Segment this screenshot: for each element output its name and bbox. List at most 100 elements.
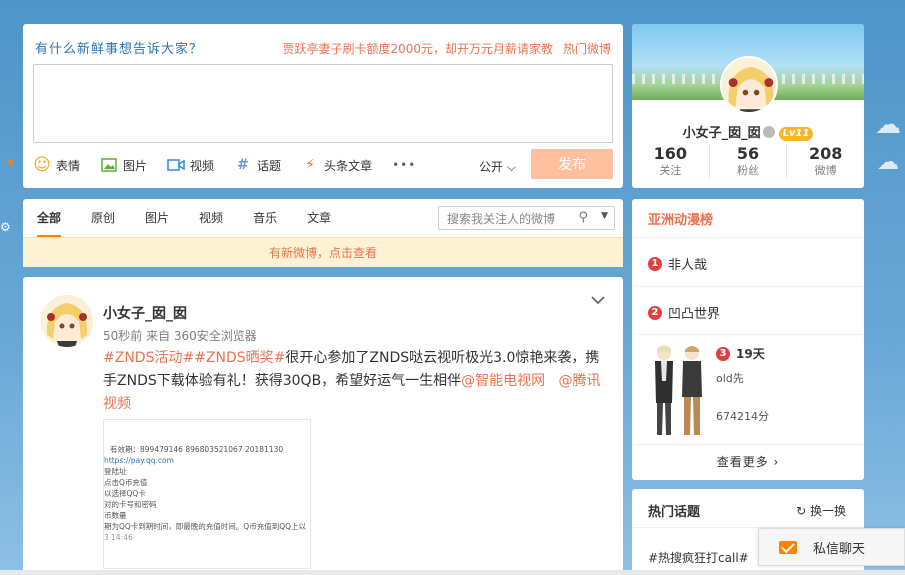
topic-item[interactable]: #热搜疯狂打call# <box>648 549 749 566</box>
hot-weibo-link[interactable]: 热门微博 <box>563 42 611 56</box>
image-text-line: 期为QQ卡到期时间，即最晚的充值时间。Q币充值到QQ上以 <box>104 522 307 531</box>
topic-button[interactable]: # 话题 <box>234 156 281 174</box>
profile-avatar[interactable] <box>720 56 778 114</box>
cloud-icon: ☁ <box>877 150 899 175</box>
search-icon[interactable]: ⚲ <box>578 210 588 225</box>
image-text-line: 登陆址 <box>104 467 127 476</box>
image-text-line: 有效期：899479146 896803521067 20181130 <box>110 445 284 454</box>
image-icon <box>100 156 118 174</box>
tab-all[interactable]: 全部 <box>37 199 62 237</box>
notification-dot <box>8 160 13 165</box>
dropdown-triangle-icon[interactable]: ▼ <box>601 211 608 221</box>
right-edge: ☁ ☁ <box>867 0 905 575</box>
ranking-score: 674214分 <box>716 410 769 423</box>
refresh-label: 换一换 <box>809 504 846 518</box>
emoji-icon: ☺ <box>33 155 51 175</box>
stat-number: 208 <box>808 144 843 163</box>
profile-name: 小女子_囡_囡 Lv11 <box>632 122 864 141</box>
follow-search-input[interactable]: 搜索我关注人的微博 ⚲ ▼ <box>438 206 615 230</box>
tab-pictures[interactable]: 图片 <box>145 199 169 237</box>
article-button[interactable]: ⚡ 头条文章 <box>301 156 372 174</box>
ranking-item-third[interactable]: 3 19天 old先 674214分 <box>716 345 769 424</box>
topic-link[interactable]: #ZNDS晒奖# <box>194 350 285 366</box>
image-text-line: 点击Q币充值 <box>104 478 148 487</box>
envelope-icon <box>779 540 797 554</box>
ranking-item-name: 凹凸世界 <box>668 307 721 322</box>
refresh-icon: ↻ <box>796 504 807 518</box>
anime-cover-image[interactable] <box>642 341 712 441</box>
image-text-line: https://pay.qq.com <box>104 456 174 465</box>
post-text: #ZNDS活动##ZNDS晒奖#很开心参加了ZNDS哒云视听极光3.0惊艳来袭，… <box>103 347 603 416</box>
hashtag-icon: # <box>237 157 249 173</box>
cloud-icon: ☁ <box>875 110 901 140</box>
divider <box>632 334 864 335</box>
search-placeholder: 搜索我关注人的微博 <box>447 211 556 226</box>
send-button[interactable]: 发布 <box>531 149 613 179</box>
settings-gear-icon[interactable]: ⚙ <box>0 220 11 234</box>
stat-following[interactable]: 160 关注 <box>632 144 710 178</box>
image-text-line: 3 14:46 <box>104 533 133 542</box>
stat-label: 粉丝 <box>737 164 759 177</box>
profile-name-text[interactable]: 小女子_囡_囡 <box>683 126 761 141</box>
image-text-line: 对的卡号和密码 <box>104 500 157 509</box>
video-label: 视频 <box>190 158 215 173</box>
visibility-label: 公开 <box>479 160 504 174</box>
video-icon <box>167 156 185 174</box>
mention-link[interactable]: @智能电视网 <box>461 373 545 389</box>
post-input[interactable] <box>33 64 613 143</box>
level-badge[interactable]: Lv11 <box>778 127 814 141</box>
lightning-icon: ⚡ <box>305 157 315 173</box>
post-meta: 50秒前 来自 360安全浏览器 <box>103 329 257 343</box>
rank-badge: 1 <box>648 256 662 271</box>
topic-label: 话题 <box>257 158 282 173</box>
topic-link[interactable]: #ZNDS活动# <box>103 350 194 366</box>
refresh-button[interactable]: ↻ 换一换 <box>796 502 846 519</box>
private-chat-button[interactable]: 私信聊天 <box>758 528 905 566</box>
ranking-item[interactable]: 1 非人哉 <box>648 254 707 273</box>
profile-stats: 160 关注 56 粉丝 208 微博 <box>632 144 864 178</box>
stat-followers[interactable]: 56 粉丝 <box>710 144 788 178</box>
new-posts-notice[interactable]: 有新微博，点击查看 <box>23 237 623 267</box>
post-author[interactable]: 小女子_囡_囡 <box>103 303 187 323</box>
video-button[interactable]: 视频 <box>167 156 214 174</box>
member-icon[interactable] <box>762 126 775 138</box>
ranking-item[interactable]: 2 凹凸世界 <box>648 303 720 322</box>
tab-music[interactable]: 音乐 <box>253 199 277 237</box>
post-image[interactable]: 有效期：899479146 896803521067 20181130 http… <box>103 419 311 569</box>
tab-articles[interactable]: 文章 <box>307 199 331 237</box>
profile-card: 小女子_囡_囡 Lv11 160 关注 56 粉丝 208 微博 <box>632 24 864 188</box>
anime-ranking-card: 亚洲动漫榜 1 非人哉 2 凹凸世界 3 19天 old先 674214分 查看更多 … <box>632 199 864 480</box>
publish-toolbar: ☺ 表情 图片 视频 # 话题 ⚡ 头条文章 ••• <box>33 154 436 176</box>
publish-box: 有什么新鲜事想告诉大家？ 贾跃亭妻子刷卡额度2000元，却开万元月薪请家教 热门微… <box>23 24 623 188</box>
ranking-title[interactable]: 亚洲动漫榜 <box>648 209 713 228</box>
hot-recommendation-text[interactable]: 贾跃亭妻子刷卡额度2000元，却开万元月薪请家教 <box>282 42 553 56</box>
ranking-item-name: 非人哉 <box>668 258 708 273</box>
rank-badge: 3 <box>716 346 730 361</box>
feed-post: 小女子_囡_囡 50秒前 来自 360安全浏览器 #ZNDS活动##ZNDS晒奖… <box>23 277 623 575</box>
stat-label: 微博 <box>814 164 837 177</box>
image-text-line: 以选择QQ卡 <box>104 489 146 498</box>
article-label: 头条文章 <box>324 158 373 173</box>
avatar[interactable] <box>41 295 93 347</box>
image-button[interactable]: 图片 <box>100 156 147 174</box>
visibility-select[interactable]: 公开 ⌵ <box>479 158 516 175</box>
publish-prompt: 有什么新鲜事想告诉大家？ <box>35 42 204 57</box>
chat-label: 私信聊天 <box>813 541 866 557</box>
stat-label: 关注 <box>659 164 682 177</box>
stat-posts[interactable]: 208 微博 <box>787 144 864 178</box>
chevron-down-icon[interactable] <box>591 293 605 309</box>
more-tools-button[interactable]: ••• <box>392 158 416 172</box>
divider <box>632 237 864 238</box>
chevron-down-icon: ⌵ <box>506 160 516 174</box>
tab-original[interactable]: 原创 <box>91 199 115 237</box>
rank-badge: 2 <box>648 305 662 320</box>
see-more-link[interactable]: 查看更多 › <box>632 453 864 470</box>
image-label: 图片 <box>123 158 148 173</box>
tab-videos[interactable]: 视频 <box>199 199 223 237</box>
emoji-button[interactable]: ☺ 表情 <box>33 155 80 175</box>
hot-topics-title: 热门话题 <box>648 505 701 520</box>
image-text-line: 币数量 <box>104 511 127 520</box>
stat-number: 56 <box>736 144 760 163</box>
hot-recommendation[interactable]: 贾跃亭妻子刷卡额度2000元，却开万元月薪请家教 热门微博 <box>282 40 611 57</box>
stat-number: 160 <box>653 144 688 163</box>
